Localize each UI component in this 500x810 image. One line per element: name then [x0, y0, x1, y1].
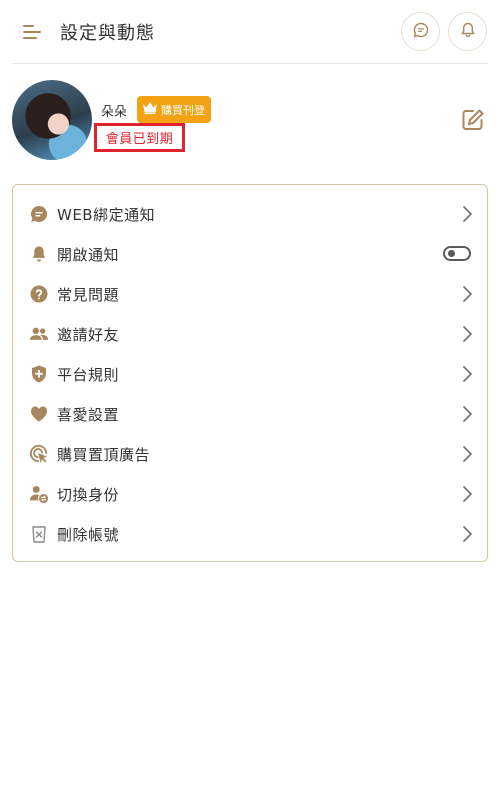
- toggle-knob: [448, 250, 455, 257]
- menu-item-delete-account[interactable]: 刪除帳號: [13, 514, 487, 554]
- membership-status-box: 會員已到期: [94, 123, 185, 152]
- heart-icon: [29, 404, 49, 424]
- shield-plus-icon: [29, 364, 49, 384]
- menu-item-label: 刪除帳號: [57, 526, 120, 544]
- menu-item-rules[interactable]: 平台規則: [13, 354, 487, 394]
- delete-box-icon: [29, 524, 49, 544]
- chat-bubble-icon: [29, 204, 49, 224]
- settings-menu: WEB綁定通知 開啟通知 常見問題 邀請好友 平台規則 喜愛設置 購買置頂廣告 …: [12, 184, 488, 562]
- menu-item-label: 喜愛設置: [57, 406, 120, 424]
- menu-item-label: 開啟通知: [57, 246, 120, 264]
- page-title: 設定與動態: [60, 23, 155, 44]
- menu-item-label: 購買置頂廣告: [57, 446, 151, 464]
- menu-item-label: 邀請好友: [57, 326, 120, 344]
- chevron-right-icon: [461, 285, 473, 303]
- menu-item-label: 常見問題: [57, 286, 120, 304]
- menu-item-invite[interactable]: 邀請好友: [13, 314, 487, 354]
- app-header: 設定與動態: [0, 0, 500, 64]
- chevron-right-icon: [461, 485, 473, 503]
- chat-icon: [412, 21, 430, 43]
- menu-item-label: 平台規則: [57, 366, 120, 384]
- chat-button[interactable]: [401, 12, 440, 51]
- buy-listing-label: 購買刊登: [161, 103, 205, 117]
- chevron-right-icon: [461, 445, 473, 463]
- menu-item-faq[interactable]: 常見問題: [13, 274, 487, 314]
- chevron-right-icon: [461, 525, 473, 543]
- menu-item-label: 切換身份: [57, 486, 120, 504]
- membership-status: 會員已到期: [105, 132, 174, 147]
- avatar[interactable]: [12, 80, 92, 160]
- edit-icon[interactable]: [460, 107, 486, 133]
- notification-toggle[interactable]: [443, 246, 471, 261]
- buy-listing-badge[interactable]: 購買刊登: [137, 96, 211, 123]
- notification-button[interactable]: [448, 12, 487, 51]
- chevron-right-icon: [461, 205, 473, 223]
- menu-icon[interactable]: [22, 22, 44, 42]
- chevron-right-icon: [461, 405, 473, 423]
- chevron-right-icon: [461, 325, 473, 343]
- menu-item-enable-notify[interactable]: 開啟通知: [13, 234, 487, 274]
- question-icon: [29, 284, 49, 304]
- bell-icon: [29, 244, 49, 264]
- crown-icon: [142, 101, 158, 118]
- menu-item-switch-identity[interactable]: 切換身份: [13, 474, 487, 514]
- username: 朵朵: [101, 105, 128, 120]
- switch-user-icon: [29, 484, 49, 504]
- menu-item-web-notify[interactable]: WEB綁定通知: [13, 194, 487, 234]
- profile-section: 朵朵 購買刊登 會員已到期: [0, 64, 500, 174]
- bell-icon: [459, 21, 477, 43]
- chevron-right-icon: [461, 365, 473, 383]
- menu-item-buy-top-ad[interactable]: 購買置頂廣告: [13, 434, 487, 474]
- menu-item-label: WEB綁定通知: [57, 206, 156, 224]
- menu-item-favorites[interactable]: 喜愛設置: [13, 394, 487, 434]
- users-icon: [29, 324, 49, 344]
- cursor-target-icon: [29, 444, 49, 464]
